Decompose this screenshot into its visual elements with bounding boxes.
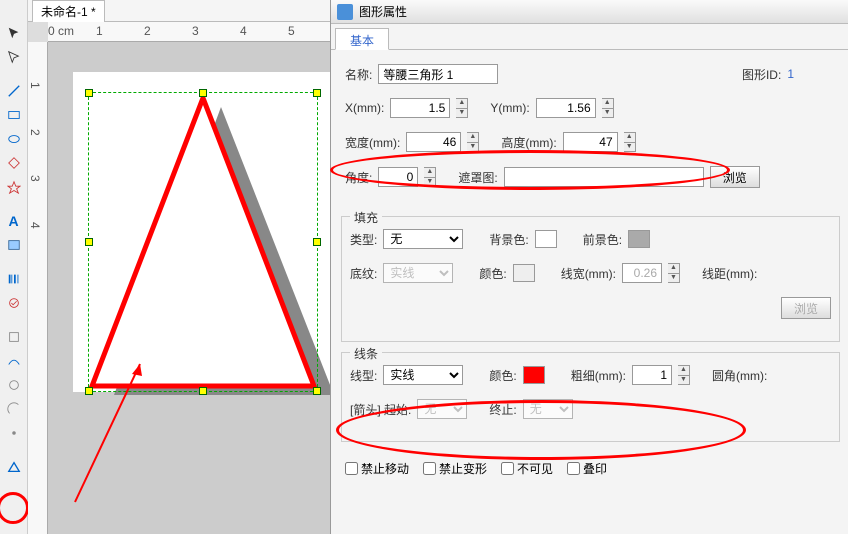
rect-tool[interactable] — [3, 104, 25, 126]
selection-box — [88, 92, 318, 392]
left-toolbar: A — [0, 0, 28, 534]
shapeid-value: 1 — [787, 67, 794, 81]
curve-tool[interactable] — [3, 350, 25, 372]
x-spinner[interactable]: ▲▼ — [456, 98, 468, 118]
misc-tool[interactable] — [3, 422, 25, 444]
fill-color-label: 颜色: — [479, 265, 506, 282]
checkbox-row: 禁止移动 禁止变形 不可见 叠印 — [331, 452, 848, 485]
line-tool[interactable] — [3, 80, 25, 102]
no-move-check[interactable]: 禁止移动 — [345, 460, 409, 477]
fill-type-label: 类型: — [350, 231, 377, 248]
canvas[interactable] — [48, 42, 330, 534]
stroke-weight-label: 粗细(mm): — [571, 367, 626, 384]
overprint-check[interactable]: 叠印 — [567, 460, 607, 477]
stroke-color-swatch[interactable] — [523, 366, 545, 384]
angle-spinner[interactable]: ▲▼ — [424, 167, 436, 187]
shape-tool-1[interactable] — [3, 326, 25, 348]
handle-top-right[interactable] — [313, 89, 321, 97]
x-input[interactable] — [390, 98, 450, 118]
handle-mid-left[interactable] — [85, 238, 93, 246]
fgcolor-label: 前景色: — [583, 231, 622, 248]
fgcolor-swatch[interactable] — [628, 230, 650, 248]
shapeid-label: 图形ID: — [742, 66, 781, 83]
fill-linegap-label: 线距(mm): — [702, 265, 757, 282]
panel-icon — [337, 4, 353, 20]
barcode-tool[interactable] — [3, 268, 25, 290]
pattern-select: 实线 — [383, 263, 453, 283]
handle-bottom-right[interactable] — [313, 387, 321, 395]
star-tool[interactable] — [3, 176, 25, 198]
stroke-color-label: 颜色: — [489, 367, 516, 384]
angle-input[interactable] — [378, 167, 418, 187]
vertical-ruler: 1234 — [28, 42, 48, 534]
bgcolor-label: 背景色: — [489, 231, 528, 248]
bgcolor-swatch[interactable] — [535, 230, 557, 248]
width-input[interactable] — [406, 132, 461, 152]
invisible-check[interactable]: 不可见 — [501, 460, 553, 477]
mask-browse-button[interactable]: 浏览 — [710, 166, 760, 188]
name-label: 名称: — [345, 66, 372, 83]
fill-linewidth-input — [622, 263, 662, 283]
fill-group: 填充 类型: 无 背景色: 前景色: 底纹: 实线 颜色: 线宽(mm): ▲▼… — [341, 216, 840, 342]
pattern-label: 底纹: — [350, 265, 377, 282]
stroke-weight-input[interactable] — [632, 365, 672, 385]
mask-input[interactable] — [504, 167, 704, 187]
angle-label: 角度: — [345, 169, 372, 186]
document-tabs: 未命名-1 * — [28, 0, 330, 22]
arrow-start-select: 无 — [417, 399, 467, 419]
image-tool[interactable] — [3, 234, 25, 256]
width-label: 宽度(mm): — [345, 134, 400, 151]
shape-tool-2[interactable] — [3, 374, 25, 396]
y-label: Y(mm): — [490, 101, 529, 115]
arrow-start-label: [箭头] 起始: — [350, 401, 411, 418]
direct-select-tool[interactable] — [3, 46, 25, 68]
name-input[interactable] — [378, 64, 498, 84]
horizontal-ruler: 0 cm 1 2 3 4 5 — [48, 22, 330, 42]
no-transform-check[interactable]: 禁止变形 — [423, 460, 487, 477]
handle-bottom-center[interactable] — [199, 387, 207, 395]
stroke-group-title: 线条 — [350, 345, 382, 362]
y-input[interactable] — [536, 98, 596, 118]
highlight-circle-tool — [0, 492, 29, 524]
width-spinner[interactable]: ▲▼ — [467, 132, 479, 152]
tab-basic[interactable]: 基本 — [335, 28, 389, 50]
properties-form: 名称: 图形ID: 1 X(mm): ▲▼ Y(mm): ▲▼ 宽度(mm): … — [331, 50, 848, 210]
arrow-end-label: 终止: — [489, 401, 516, 418]
height-label: 高度(mm): — [501, 134, 556, 151]
canvas-area: 未命名-1 * 0 cm 1 2 3 4 5 1234 — [28, 0, 330, 534]
panel-tabs: 基本 — [331, 24, 848, 50]
stroke-weight-spinner[interactable]: ▲▼ — [678, 365, 690, 385]
y-spinner[interactable]: ▲▼ — [602, 98, 614, 118]
fill-linewidth-spinner: ▲▼ — [668, 263, 680, 283]
mask-label: 遮罩图: — [458, 169, 497, 186]
stroke-type-select[interactable]: 实线 — [383, 365, 463, 385]
stroke-type-label: 线型: — [350, 367, 377, 384]
properties-panel: 图形属性 基本 名称: 图形ID: 1 X(mm): ▲▼ Y(mm): ▲▼ … — [330, 0, 848, 534]
ellipse-tool[interactable] — [3, 128, 25, 150]
fill-group-title: 填充 — [350, 209, 382, 226]
handle-top-left[interactable] — [85, 89, 93, 97]
x-label: X(mm): — [345, 101, 384, 115]
corner-label: 圆角(mm): — [712, 367, 767, 384]
handle-mid-right[interactable] — [313, 238, 321, 246]
document-tab[interactable]: 未命名-1 * — [32, 0, 105, 22]
pointer-tool[interactable] — [3, 22, 25, 44]
fill-browse-button: 浏览 — [781, 297, 831, 319]
arc-tool[interactable] — [3, 398, 25, 420]
fill-linewidth-label: 线宽(mm): — [561, 265, 616, 282]
fill-type-select[interactable]: 无 — [383, 229, 463, 249]
arrow-end-select: 无 — [523, 399, 573, 419]
special-tool-1[interactable] — [3, 292, 25, 314]
stroke-group: 线条 线型: 实线 颜色: 粗细(mm): ▲▼ 圆角(mm): [箭头] 起始… — [341, 352, 840, 442]
height-spinner[interactable]: ▲▼ — [624, 132, 636, 152]
handle-bottom-left[interactable] — [85, 387, 93, 395]
triangle-tool[interactable] — [3, 456, 25, 478]
panel-titlebar: 图形属性 — [331, 0, 848, 24]
height-input[interactable] — [563, 132, 618, 152]
text-tool[interactable]: A — [3, 210, 25, 232]
handle-top-center[interactable] — [199, 89, 207, 97]
fill-color-swatch[interactable] — [513, 264, 535, 282]
polygon-tool[interactable] — [3, 152, 25, 174]
panel-title: 图形属性 — [359, 3, 407, 20]
